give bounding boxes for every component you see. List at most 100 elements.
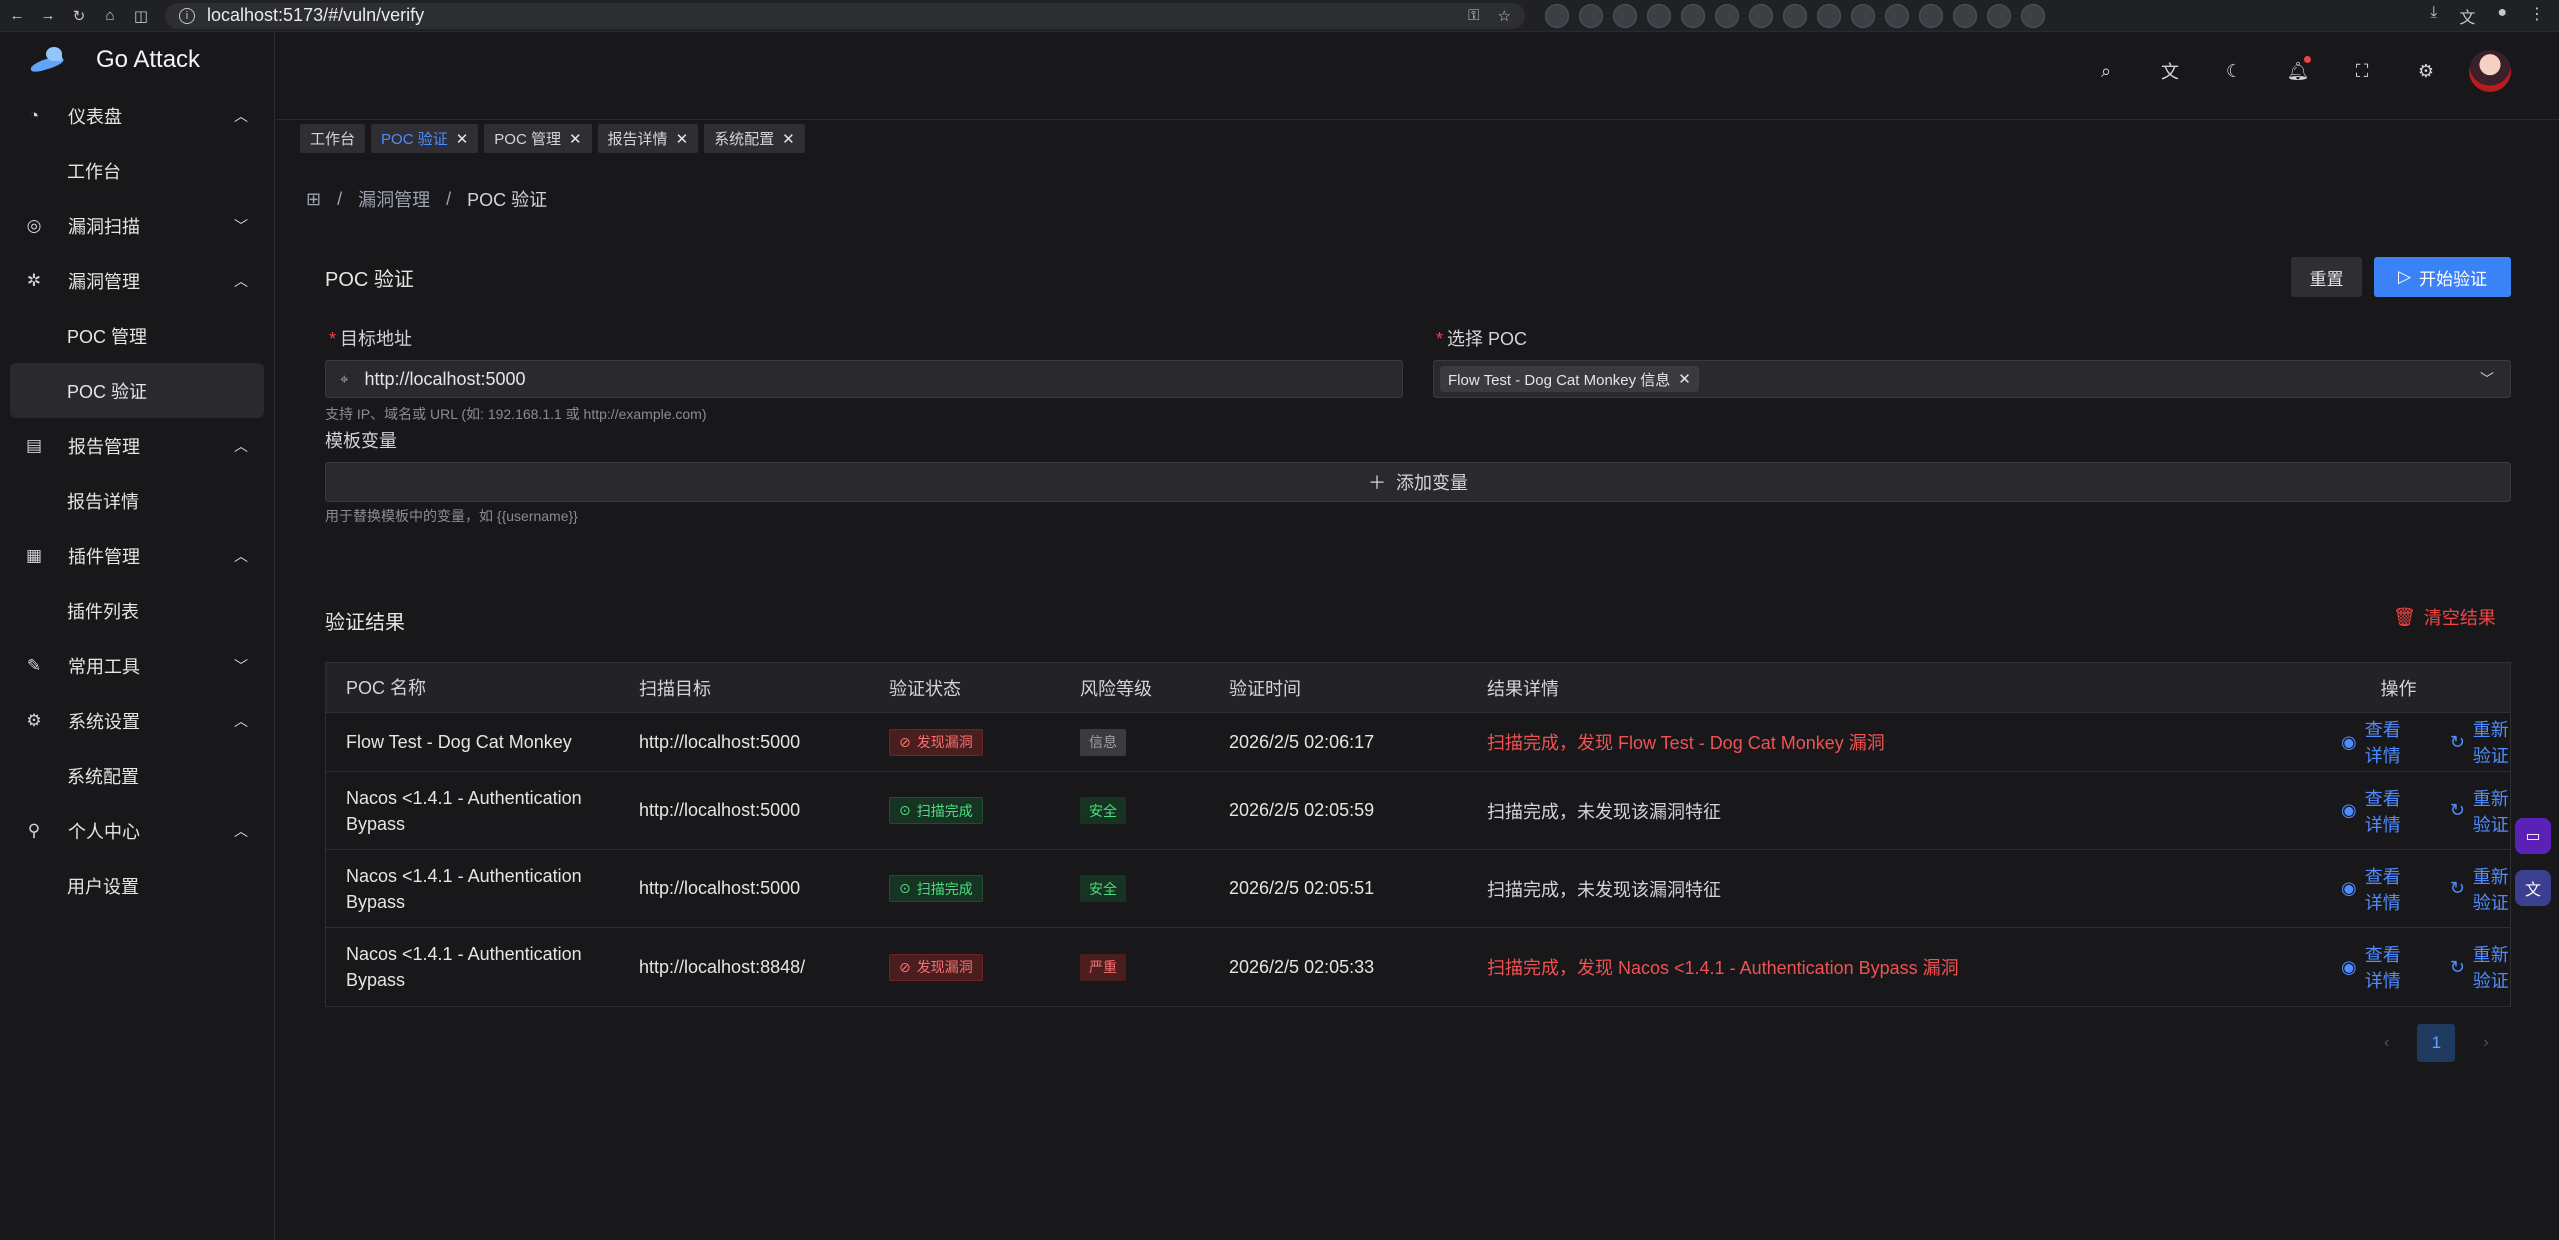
more-menu-icon[interactable]: ⋮ [2529, 4, 2545, 28]
add-variable-button[interactable]: ＋ 添加变量 [325, 462, 2511, 502]
app-title: Go Attack [96, 46, 201, 73]
reverify-link[interactable]: ↻ 重新验证 [2450, 716, 2510, 768]
clear-results-button[interactable]: 🗑︎ 清空结果 [2393, 604, 2496, 630]
browser-toolbar: ← → ↻ ⌂ ◫ i localhost:5173/#/vuln/verify… [0, 0, 2559, 32]
extension-icon[interactable] [1851, 3, 1875, 28]
gear-icon[interactable]: ⚙ [2405, 50, 2447, 92]
view-detail-link[interactable]: ◉ 查看详情 [2341, 785, 2402, 837]
avatar[interactable] [2469, 50, 2511, 92]
status-badge: ⊙ 扫描完成 [889, 875, 983, 902]
refresh-icon: ↻ [2449, 878, 2465, 898]
chevron-up-icon: ︿ [234, 272, 248, 289]
translate-icon[interactable]: 文 [2459, 4, 2475, 28]
chevron-down-icon[interactable]: ﹀ [2480, 369, 2494, 389]
view-detail-link[interactable]: ◉ 查看详情 [2341, 863, 2402, 915]
app-header: ⌕ 文 ☾ 🔔︎ ⛶ ⚙ [276, 32, 2559, 120]
target-label: * 目标地址 [329, 329, 413, 349]
reverify-link[interactable]: ↻ 重新验证 [2450, 863, 2510, 915]
scan-icon: ◎ [26, 215, 42, 235]
extension-icon[interactable] [2021, 3, 2045, 28]
sidebar-item-plugin-list[interactable]: 插件列表 [10, 583, 264, 638]
sidebar-group-report[interactable]: ▤ 报告管理 ︿ [0, 418, 274, 473]
chevron-up-icon: ︿ [234, 107, 248, 124]
extension-icon[interactable] [1783, 3, 1807, 28]
extension-icon[interactable] [1919, 3, 1943, 28]
extension-icon[interactable] [1647, 3, 1671, 28]
sidebar-group-vuln-manage[interactable]: ✲ 漏洞管理 ︿ [0, 253, 274, 308]
sidebar-group-settings[interactable]: ⚙ 系统设置 ︿ [0, 693, 274, 748]
reload-icon[interactable]: ↻ [65, 2, 93, 30]
home-icon[interactable]: ⌂ [96, 2, 124, 30]
report-icon: ▤ [25, 435, 43, 455]
dark-mode-icon[interactable]: ☾ [2213, 50, 2255, 92]
sidebar-item-report-detail[interactable]: 报告详情 [10, 473, 264, 528]
key-icon[interactable]: ⚿ [1468, 7, 1479, 25]
floating-tools: ▭ 文 [2515, 818, 2551, 906]
dashboard-icon: ◔ [28, 105, 40, 125]
view-detail-link[interactable]: ◉ 查看详情 [2341, 716, 2402, 768]
table-header: POC 名称 扫描目标 验证状态 风险等级 验证时间 结果详情 操作 [326, 663, 2510, 713]
reverify-link[interactable]: ↻ 重新验证 [2450, 941, 2510, 993]
extension-icon[interactable] [1613, 3, 1637, 28]
chevron-up-icon: ︿ [234, 712, 248, 729]
sidebar-item-poc-manage[interactable]: POC 管理 [10, 308, 264, 363]
fullscreen-icon[interactable]: ⛶ [2341, 50, 2383, 92]
extension-icon[interactable] [1715, 3, 1739, 28]
language-icon[interactable]: 文 [2149, 50, 2191, 92]
table-row: Nacos <1.4.1 - Authentication Bypass htt… [326, 850, 2510, 928]
extension-icon[interactable] [1681, 3, 1705, 28]
reset-button[interactable]: 重置 [2291, 257, 2362, 297]
sidebar-group-profile[interactable]: ⚲ 个人中心 ︿ [0, 803, 274, 858]
status-badge: ⊘ 发现漏洞 [889, 953, 983, 981]
chevron-up-icon: ︿ [234, 437, 248, 454]
bookmark-star-icon[interactable]: ☆ [1498, 7, 1511, 25]
app-logo[interactable]: Go Attack [0, 32, 274, 88]
trash-icon: 🗑︎ [2393, 606, 2416, 627]
apps-grid-icon[interactable]: ⊞ [306, 189, 321, 210]
notification-bell-icon[interactable]: 🔔︎ [2277, 50, 2319, 92]
results-title: 验证结果 [325, 612, 405, 634]
address-bar[interactable]: i localhost:5173/#/vuln/verify ⚿ ☆ [165, 2, 1525, 29]
reverify-link[interactable]: ↻ 重新验证 [2450, 785, 2510, 837]
sidebar-item-user-settings[interactable]: 用户设置 [10, 858, 264, 913]
eye-icon: ◉ [2341, 800, 2357, 820]
forward-icon[interactable]: → [34, 2, 62, 30]
sidebar-group-vuln-scan[interactable]: ◎ 漏洞扫描 ﹀ [0, 198, 274, 253]
next-page-icon[interactable]: › [2483, 1034, 2488, 1052]
page-number[interactable]: 1 [2417, 1024, 2456, 1062]
split-view-icon[interactable]: ◫ [127, 2, 155, 30]
search-icon[interactable]: ⌕ [2085, 50, 2127, 92]
extension-icon[interactable] [1579, 3, 1603, 28]
vars-hint: 用于替换模板中的变量，如 {{username}} [325, 508, 578, 524]
sidebar-item-workbench[interactable]: 工作台 [10, 143, 264, 198]
prev-page-icon[interactable]: ‹ [2384, 1034, 2389, 1052]
breadcrumb-item[interactable]: 漏洞管理 [358, 186, 430, 212]
poc-select[interactable]: Flow Test - Dog Cat Monkey 信息 ✕ ﹀ [1433, 360, 2511, 398]
download-icon[interactable]: ⤓ [2430, 4, 2437, 28]
status-badge: ⊘ 发现漏洞 [889, 728, 983, 756]
extension-icon[interactable] [1817, 3, 1841, 28]
extension-icon[interactable] [1987, 3, 2011, 28]
target-input[interactable]: ⌖ http://localhost:5000 [325, 360, 1403, 398]
extension-icon[interactable] [1545, 3, 1569, 28]
extension-icon[interactable] [1749, 3, 1773, 28]
sidebar-group-plugin[interactable]: ▦ 插件管理 ︿ [0, 528, 274, 583]
sidebar-group-dashboard[interactable]: ◔ 仪表盘 ︿ [0, 88, 274, 143]
table-row: Flow Test - Dog Cat Monkey http://localh… [326, 713, 2510, 772]
refresh-icon: ↻ [2449, 800, 2465, 820]
refresh-icon: ↻ [2449, 731, 2465, 752]
close-icon[interactable]: ✕ [1678, 370, 1691, 388]
site-info-icon[interactable]: i [179, 7, 195, 24]
chat-icon[interactable]: ▭ [2515, 818, 2551, 854]
start-verify-button[interactable]: ▷ 开始验证 [2374, 257, 2511, 297]
sidebar-item-poc-verify[interactable]: POC 验证 [10, 363, 264, 418]
sidebar-group-tools[interactable]: ✎ 常用工具 ﹀ [0, 638, 274, 693]
view-detail-link[interactable]: ◉ 查看详情 [2341, 941, 2402, 993]
translate-icon[interactable]: 文 [2515, 870, 2551, 906]
play-icon: ▷ [2397, 267, 2412, 286]
back-icon[interactable]: ← [3, 2, 31, 30]
profile-icon[interactable]: ● [2497, 4, 2507, 28]
extension-icon[interactable] [1885, 3, 1909, 28]
extension-icon[interactable] [1953, 3, 1977, 28]
sidebar-item-system-config[interactable]: 系统配置 [10, 748, 264, 803]
